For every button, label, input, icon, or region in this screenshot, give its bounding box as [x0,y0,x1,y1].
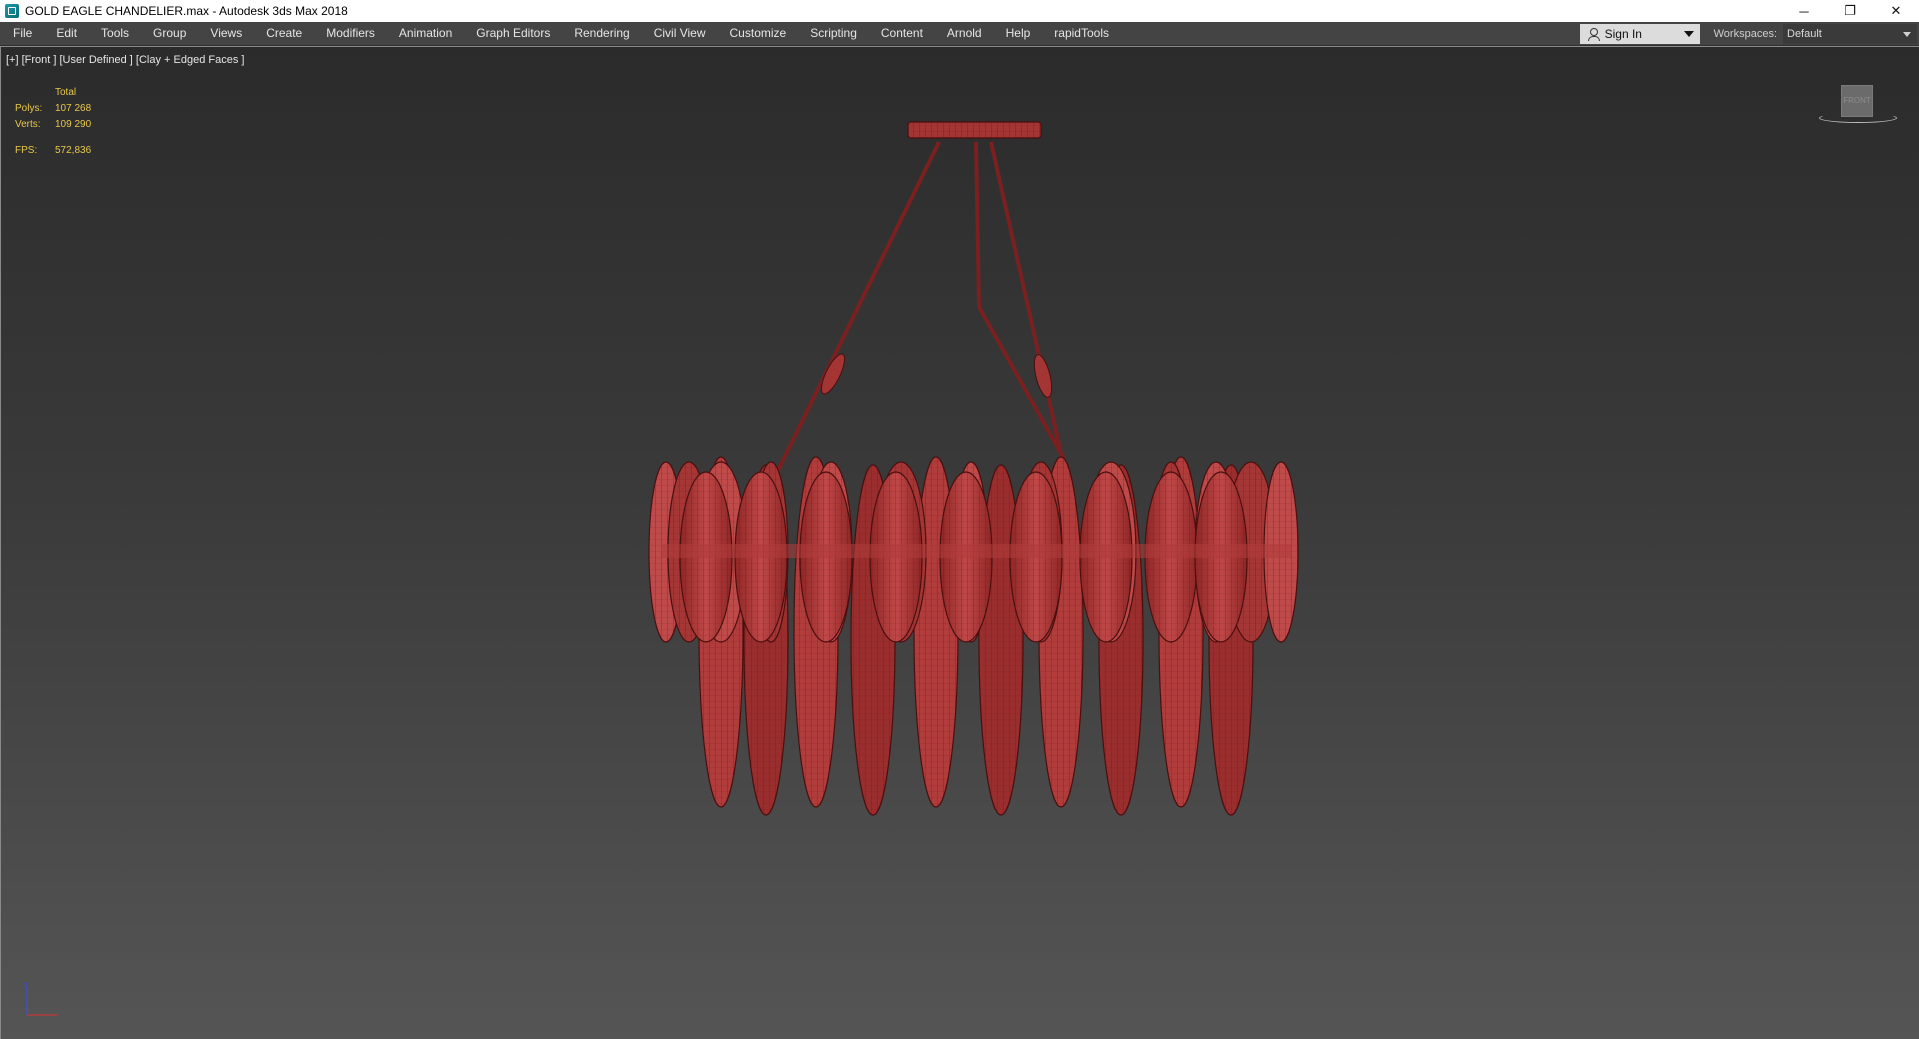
polys-label: Polys: [15,103,43,114]
chandelier-petals [648,456,1299,816]
chevron-down-icon [1903,31,1911,37]
menu-group[interactable]: Group [141,22,198,45]
workspace-select[interactable]: Default [1783,23,1917,44]
menu-scripting[interactable]: Scripting [798,22,869,45]
chevron-down-icon [1683,30,1694,37]
app-icon [5,4,19,18]
viewcube-compass-ring[interactable] [1819,113,1897,123]
menu-content[interactable]: Content [869,22,935,45]
menu-file[interactable]: File [0,22,44,45]
viewport-label[interactable]: [+] [Front ] [User Defined ] [Clay + Edg… [6,54,244,66]
menu-bar: File Edit Tools Group Views Create Modif… [0,22,1919,46]
menu-create[interactable]: Create [254,22,314,45]
close-button[interactable]: ✕ [1873,0,1919,22]
workspace-value: Default [1787,27,1822,40]
verts-value: 109 290 [55,119,92,130]
chandelier-ring-band [661,544,1291,558]
app-window: GOLD EAGLE CHANDELIER.max - Autodesk 3ds… [0,0,1919,1039]
minimize-button[interactable]: ─ [1781,0,1827,22]
stats-header: Total [55,87,77,98]
viewcube[interactable]: FRONT [1817,85,1897,135]
window-title: GOLD EAGLE CHANDELIER.max - Autodesk 3ds… [25,4,348,18]
menu-tools[interactable]: Tools [89,22,141,45]
canopy [907,121,1042,139]
workspaces-label: Workspaces: [1713,27,1777,40]
menu-modifiers[interactable]: Modifiers [314,22,387,45]
menu-customize[interactable]: Customize [718,22,799,45]
menu-rapidtools[interactable]: rapidTools [1042,22,1121,45]
sign-in-dropdown[interactable]: Sign In [1579,23,1700,44]
menu-civil-view[interactable]: Civil View [642,22,718,45]
fps-value: 572,836 [55,145,92,156]
axis-tripod-icon: z [24,981,57,1016]
user-icon [1586,27,1600,41]
menu-rendering[interactable]: Rendering [562,22,641,45]
svg-text:z: z [24,981,28,989]
menu-graph-editors[interactable]: Graph Editors [464,22,562,45]
title-bar: GOLD EAGLE CHANDELIER.max - Autodesk 3ds… [0,0,1919,22]
polys-value: 107 268 [55,103,92,114]
fps-label: FPS: [15,145,38,156]
restore-button[interactable]: ❐ [1827,0,1873,22]
sign-in-label: Sign In [1604,26,1642,41]
front-viewport[interactable]: [+] [Front ] [User Defined ] [Clay + Edg… [0,46,1919,1039]
menu-arnold[interactable]: Arnold [935,22,994,45]
menu-views[interactable]: Views [198,22,254,45]
verts-label: Verts: [15,119,41,130]
menu-help[interactable]: Help [994,22,1043,45]
viewport-statistics: Total Polys: 107 268 Verts: 109 290 FPS: 57… [15,85,91,159]
menu-animation[interactable]: Animation [387,22,464,45]
menu-edit[interactable]: Edit [44,22,89,45]
chandelier-model [648,121,1299,816]
